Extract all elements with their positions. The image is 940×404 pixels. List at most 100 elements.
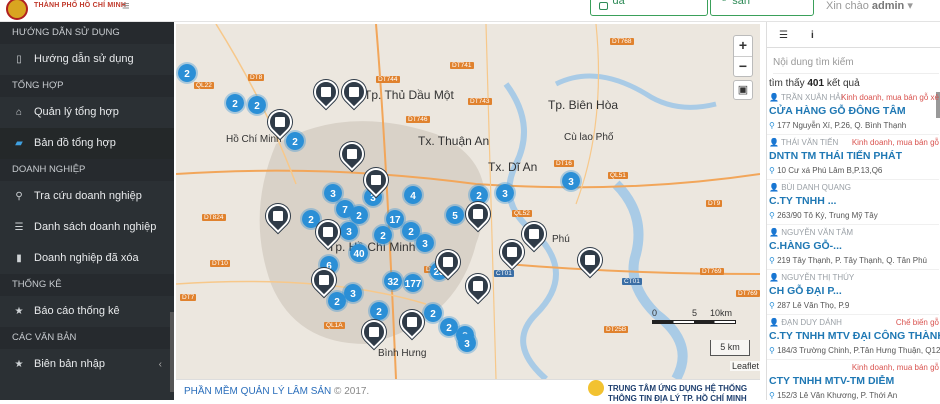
layers-toggle-icon[interactable]: ▣ — [733, 80, 753, 100]
road-label: QL51 — [608, 172, 628, 179]
footer-app-name[interactable]: PHẦN MỀM QUẢN LÝ LÂM SẢN — [184, 386, 331, 397]
marker-cluster[interactable]: 2 — [326, 290, 348, 312]
user-icon: 👤 — [769, 318, 779, 327]
owner-name-text: ĐẠN DUY DÁNH — [781, 318, 842, 327]
marker-cluster[interactable]: 32 — [382, 270, 404, 292]
business-name[interactable]: C.TY TNHH MTV ĐẠI CÔNG THÀNH — [769, 330, 940, 342]
zoom-control: + − — [733, 35, 753, 77]
sidebar-section-title: THỐNG KÊ — [0, 274, 174, 296]
owner-name-text: NGUYỄN VĂN TÂM — [781, 228, 854, 237]
sidebar-item-import-record[interactable]: ★ Biên bản nhập ‹ — [0, 349, 174, 380]
owner-name-text: TRẦN XUÂN HẢI — [781, 93, 843, 102]
wildlife-button[interactable]: Động vật hoang dã — [590, 0, 708, 16]
business-address: ⚲ 219 Tây Thạnh, P. Tây Thạnh, Q. Tân Ph… — [769, 256, 927, 265]
city-emblem-logo — [6, 0, 28, 20]
business-name[interactable]: CTY TNHH MTV-TM DIỄM — [769, 375, 894, 387]
forest-products-button[interactable]: ❦ Quản lý lâm sản — [710, 0, 814, 16]
sidebar-item-label: Báo cáo thống kê — [34, 305, 120, 317]
road-label: DT769 — [736, 290, 760, 297]
forest-products-label: Quản lý lâm sản — [732, 0, 750, 7]
owner-name-text: THÁI VĂN TIẾN — [781, 138, 839, 147]
organization-line: THÔNG TIN ĐỊA LÝ TP. HỒ CHÍ MINH — [608, 394, 747, 403]
scale-indicator: 5 km — [710, 340, 750, 356]
info-icon[interactable]: i — [811, 30, 814, 41]
marker-cluster[interactable]: 2 — [246, 94, 268, 116]
sidebar-item-search-business[interactable]: ⚲ Tra cứu doanh nghiệp — [0, 181, 174, 212]
list-item[interactable]: 👤 TRẦN XUÂN HẢI Kinh doanh, mua bán gỗ x… — [767, 90, 939, 135]
footer-text: PHẦN MỀM QUẢN LÝ LÂM SẢN © 2017. — [184, 386, 369, 397]
marker-cluster[interactable]: 3 — [338, 220, 360, 242]
sidebar-item-label: Biên bản nhập — [34, 358, 105, 370]
footer-copyright: © 2017. — [331, 386, 370, 397]
marker-cluster[interactable]: 177 — [402, 272, 424, 294]
business-name[interactable]: C.HÀNG GỖ-... — [769, 240, 842, 252]
search-input[interactable]: Nội dung tìm kiếm — [773, 52, 939, 74]
marker-cluster[interactable]: 2 — [372, 224, 394, 246]
search-icon: ⚲ — [15, 191, 23, 202]
map-attribution[interactable]: Leaflet — [730, 361, 760, 371]
sidebar-item-label: Hướng dẫn sử dụng — [34, 53, 134, 65]
car-icon — [599, 2, 609, 10]
zoom-in-button[interactable]: + — [734, 36, 752, 56]
map-label: Tx. Dĩ An — [488, 160, 538, 174]
owner-name: 👤 NGUYỄN VĂN TÂM — [769, 228, 853, 237]
footer: PHẦN MỀM QUẢN LÝ LÂM SẢN © 2017. TRUNG T… — [176, 379, 760, 403]
organization-name: TRUNG TÂM ỨNG DỤNG HỆ THỐNG THÔNG TIN ĐỊ… — [608, 384, 747, 404]
road-label: QL22 — [194, 82, 214, 89]
map-label: Bình Hưng — [378, 348, 427, 359]
owner-name: 👤 THÁI VĂN TIẾN — [769, 138, 838, 147]
list-item[interactable]: 👤 THÁI VĂN TIẾN Kinh doanh, mua bán gỗ D… — [767, 135, 939, 180]
marker-cluster[interactable]: 2 — [284, 130, 306, 152]
map-label: Cù lao Phố — [564, 132, 614, 143]
results-list: 👤 TRẦN XUÂN HẢI Kinh doanh, mua bán gỗ x… — [767, 90, 940, 400]
user-icon: 👤 — [769, 273, 779, 282]
road-label: DT824 — [202, 214, 226, 221]
file-icon: ▯ — [16, 54, 22, 65]
marker-cluster[interactable]: 3 — [414, 232, 436, 254]
marker-cluster[interactable]: 4 — [402, 184, 424, 206]
road-label: QL52 — [512, 210, 532, 217]
marker-cluster[interactable]: 2 — [224, 92, 246, 114]
marker-cluster[interactable]: 3 — [456, 332, 478, 354]
list-item[interactable]: Kinh doanh, mua bán gỗ CTY TNHH MTV-TM D… — [767, 360, 939, 400]
list-item[interactable]: 👤 NGUYỄN VĂN TÂM C.HÀNG GỖ-... ⚲ 219 Tây… — [767, 225, 939, 270]
marker-cluster[interactable]: 2 — [176, 62, 198, 84]
sidebar-section-title: TỔNG HỢP — [0, 75, 174, 97]
list-item[interactable]: 👤 NGUYỄN THỊ THÚY CH GỖ ĐẠI P... ⚲ 287 L… — [767, 270, 939, 315]
list-item[interactable]: 👤 ĐẠN DUY DÁNH Chế biến gỗ C.TY TNHH MTV… — [767, 315, 940, 360]
marker-cluster[interactable]: 3 — [560, 170, 582, 192]
map-label: Hồ Chí Minh — [226, 134, 282, 145]
user-greeting[interactable]: Xin chào admin ▾ — [826, 0, 913, 12]
business-name[interactable]: CH GỖ ĐẠI P... — [769, 285, 842, 297]
map-view[interactable]: Tp. Thủ Dầu Một Tp. Biên Hòa Tx. Thuận A… — [176, 24, 760, 379]
marker-cluster[interactable]: 40 — [348, 242, 370, 264]
location-icon: ⚲ — [769, 301, 775, 310]
sidebar-item-general-map[interactable]: ▰ Bản đồ tổng hợp — [0, 128, 174, 159]
zoom-out-button[interactable]: − — [734, 56, 752, 76]
list-item[interactable]: 👤 BÙI DANH QUANG C.TY TNHH ... ⚲ 263/90 … — [767, 180, 939, 225]
marker-cluster[interactable]: 2 — [368, 300, 390, 322]
business-name[interactable]: C.TY TNHH ... — [769, 195, 836, 207]
road-label: QL1A — [324, 322, 345, 329]
road-label: DT741 — [450, 62, 474, 69]
marker-cluster[interactable]: 5 — [444, 204, 466, 226]
business-name[interactable]: DNTN TM THÁI TIẾN PHÁT — [769, 150, 902, 162]
sidebar-item-statistics-report[interactable]: ★ Báo cáo thống kê — [0, 296, 174, 327]
road-label: CT01 — [622, 278, 642, 285]
marker-cluster[interactable]: 3 — [494, 182, 516, 204]
sidebar-item-general-management[interactable]: ⌂ Quản lý tổng hợp — [0, 97, 174, 128]
sidebar-item-user-guide[interactable]: ▯ Hướng dẫn sử dụng — [0, 44, 174, 75]
menu-toggle-icon[interactable]: ≡ — [122, 0, 130, 12]
sidebar-item-business-list[interactable]: ☰ Danh sách doanh nghiệp — [0, 212, 174, 243]
business-name[interactable]: CỬA HÀNG GỖ ĐÔNG TÂM — [769, 105, 906, 117]
sidebar-scrollbar[interactable] — [170, 312, 174, 392]
sidebar-item-deleted-business[interactable]: ▮ Doanh nghiệp đã xóa — [0, 243, 174, 274]
business-type: Kinh doanh, mua bán gỗ xẻ — [841, 93, 939, 102]
scale-bar: 0 5 10km — [652, 308, 736, 330]
business-type: Chế biến gỗ — [895, 318, 939, 327]
results-panel: ☰ i Nội dung tìm kiếm tìm thấy 401 kết q… — [766, 22, 940, 400]
business-address: ⚲ 152/3 Lê Văn Khương, P. Thới An — [769, 391, 897, 400]
list-icon[interactable]: ☰ — [779, 30, 788, 41]
map-label: Phú — [552, 234, 570, 245]
sidebar-item-label: Quản lý tổng hợp — [34, 106, 119, 118]
